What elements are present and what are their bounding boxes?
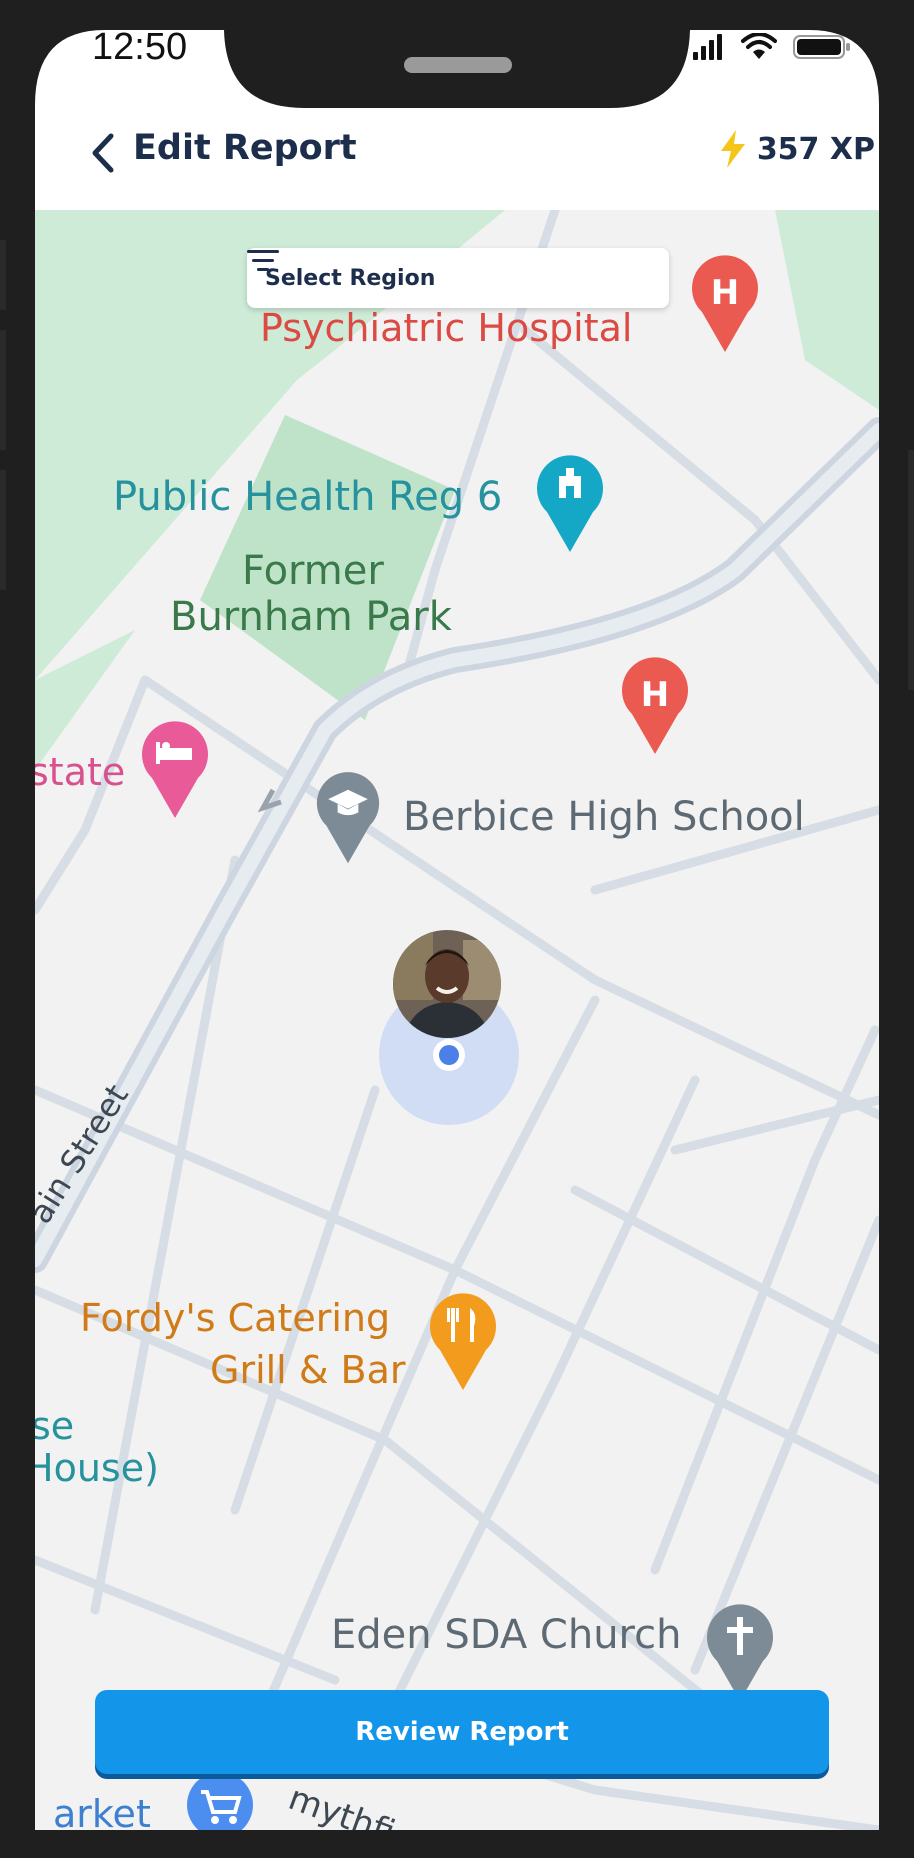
- map-view[interactable]: H H Psychiatric Hospital Public Health R…: [35, 210, 879, 1830]
- status-time: 12:50: [92, 26, 188, 68]
- wifi-icon: [741, 33, 777, 59]
- shopping-cart-pin-icon[interactable]: [185, 1770, 255, 1830]
- map-label-public-health: Public Health Reg 6: [113, 474, 503, 520]
- map-label-house-line2: House): [35, 1446, 159, 1490]
- map-label-eden-church: Eden SDA Church: [331, 1612, 682, 1658]
- chevron-left-icon: [92, 133, 114, 173]
- map-label-psychiatric-hospital: Psychiatric Hospital: [260, 306, 633, 350]
- map-label-market: arket: [53, 1792, 151, 1830]
- restaurant-pin-icon[interactable]: [428, 1292, 498, 1392]
- select-region-dropdown[interactable]: Select Region: [247, 248, 669, 308]
- svg-text:H: H: [641, 675, 669, 715]
- review-report-button[interactable]: Review Report: [95, 1690, 829, 1774]
- map-label-fordys-line1: Fordy's Catering: [80, 1296, 391, 1340]
- page-title: Edit Report: [133, 128, 357, 168]
- app-header: Edit Report 357 XP: [35, 100, 879, 210]
- user-avatar[interactable]: [393, 930, 501, 1038]
- hospital-pin-icon[interactable]: H: [620, 656, 690, 756]
- public-health-pin-icon[interactable]: [535, 454, 605, 554]
- map-label-house-line1: se: [35, 1404, 75, 1448]
- back-button[interactable]: [85, 130, 125, 176]
- map-label-fordys-line2: Grill & Bar: [210, 1348, 406, 1392]
- signal-icon: [693, 34, 722, 60]
- map-label-burnham-park-line2: Burnham Park: [170, 594, 452, 640]
- status-icons: [693, 33, 851, 61]
- xp-badge: 357 XP: [719, 130, 875, 168]
- lightning-icon: [720, 130, 745, 168]
- church-pin-icon[interactable]: [705, 1603, 775, 1703]
- xp-value: 357 XP: [756, 131, 875, 167]
- map-label-berbice-high-school: Berbice High School: [403, 794, 805, 840]
- school-pin-icon[interactable]: [315, 770, 381, 866]
- svg-text:H: H: [711, 273, 739, 313]
- battery-icon: [793, 35, 850, 59]
- hotel-pin-icon[interactable]: [140, 720, 210, 820]
- map-label-burnham-park-line1: Former: [242, 548, 384, 594]
- review-report-label: Review Report: [355, 1717, 569, 1747]
- map-label-estate: state: [35, 750, 126, 794]
- hospital-pin-icon[interactable]: H: [690, 254, 760, 354]
- filter-icon[interactable]: [247, 248, 279, 274]
- select-region-label: Select Region: [265, 265, 436, 291]
